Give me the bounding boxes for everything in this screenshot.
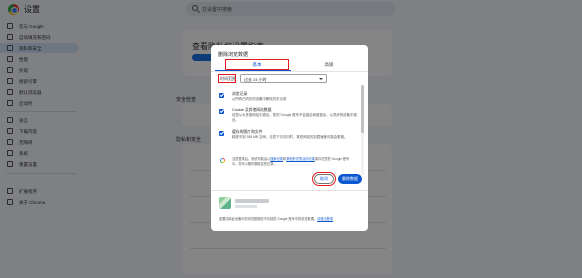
sign-out-link[interactable]: 请退出登录 xyxy=(317,217,333,221)
time-range-value: 过去 24 小时 xyxy=(244,76,267,82)
google-g-icon xyxy=(220,158,225,163)
clear-browsing-data-dialog: 删除浏览数据 基本 高级 时间范围 过去 24 小时 浏览记录 从所有已同步的设… xyxy=(211,45,368,231)
delete-data-button[interactable]: 删除数据 xyxy=(338,174,362,184)
scroll-thumb[interactable] xyxy=(361,85,364,133)
highlight-box-basic-tab xyxy=(225,59,289,70)
option-description: 从所有已同步的设备中删除历史记录 xyxy=(232,97,287,101)
other-activity-link[interactable]: 其他形式的活动记录 xyxy=(286,157,315,161)
checkbox-browsing-history[interactable] xyxy=(219,93,224,98)
dialog-divider xyxy=(211,190,368,191)
sign-out-footer-text: 如要清除此设备中的浏览数据但不清除您 Google 账号中的浏览数据，请退出登录 xyxy=(219,217,361,222)
search-history-link[interactable]: 搜索记录 xyxy=(270,157,283,161)
highlight-box-time-range xyxy=(218,74,236,83)
chevron-down-icon xyxy=(319,78,323,80)
option-description: 将您从大多数网站中退出。您的 Google 账号不会因此而被退出。从同步的设备中… xyxy=(232,113,357,122)
time-range-select[interactable]: 过去 24 小时 xyxy=(240,74,327,83)
dialog-title: 删除浏览数据 xyxy=(218,52,249,58)
checkbox-cookies[interactable] xyxy=(219,109,224,114)
footer-text: 如要清除此设备中的浏览数据但不清除您 Google 账号中的浏览数据， xyxy=(219,217,318,221)
avatar xyxy=(219,197,231,209)
dialog-scrollbar[interactable] xyxy=(361,85,364,175)
account-name-redacted xyxy=(235,199,269,203)
tab-divider xyxy=(211,71,368,72)
option-description: 释放不到 358 MB 空间。当您下次访问时，某些网站的加载速度可能会更慢。 xyxy=(232,135,348,139)
checkbox-cache[interactable] xyxy=(219,131,224,136)
cancel-button[interactable]: 取消 xyxy=(314,174,334,184)
tab-advanced[interactable]: 高级 xyxy=(299,59,359,70)
info-text-prefix: 当您登录后，系统可能会以 xyxy=(232,157,271,161)
account-info-text: 当您登录后，系统可能会以搜索记录和其他形式的活动记录保存在您的 Google 账… xyxy=(232,157,350,166)
account-email-redacted xyxy=(235,205,257,208)
